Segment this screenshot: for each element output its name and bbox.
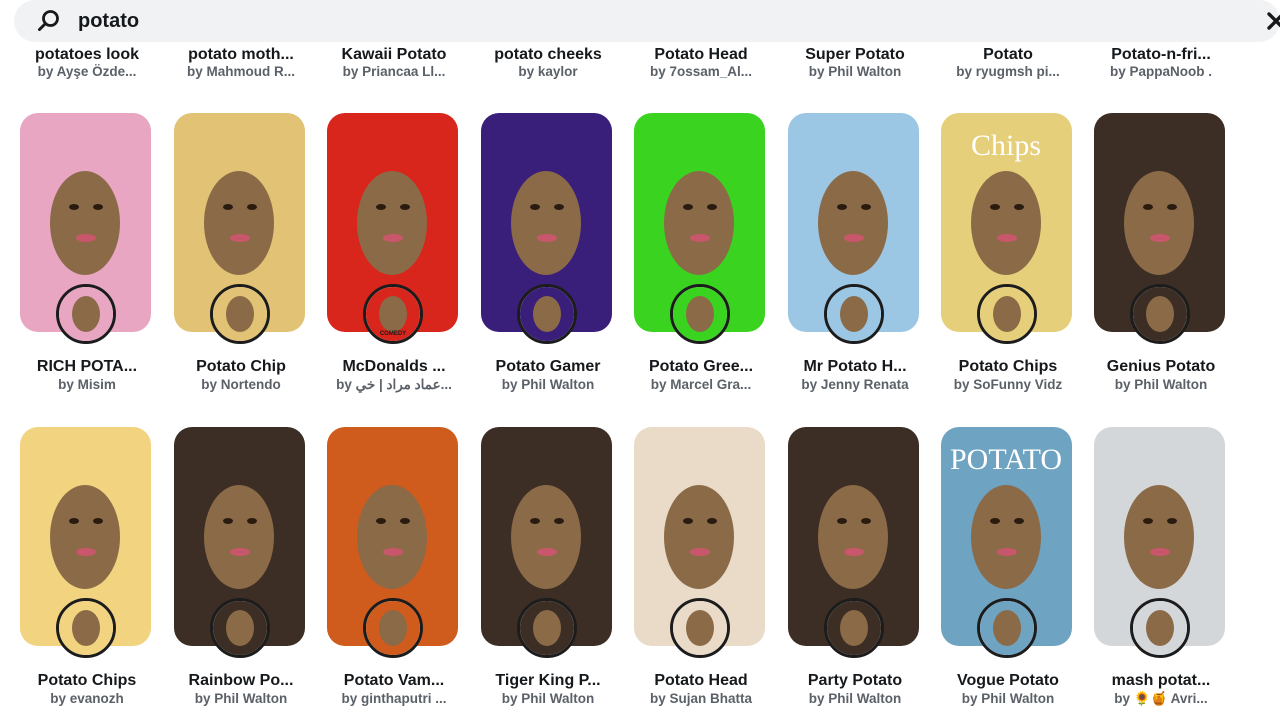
lens-author: by Mahmoud R... (187, 64, 295, 79)
lens-author: by Marcel Gra... (650, 377, 752, 392)
lens-card[interactable]: Chips Potato Chips by SoFunny Vidz (941, 113, 1075, 403)
lens-icon-badge (56, 598, 116, 658)
lens-icon-badge (670, 598, 730, 658)
lens-icon-badge (977, 284, 1037, 344)
lens-name: mash potat... (1111, 672, 1211, 689)
lens-author: by Phil Walton (808, 64, 902, 79)
lens-card[interactable]: Rainbow Po... by Phil Walton (174, 427, 308, 717)
lens-icon-badge (824, 598, 884, 658)
lens-name: Potato-n-fri... (1111, 46, 1211, 63)
lens-name: potato cheeks (494, 46, 602, 63)
lens-name: Potato (983, 46, 1033, 63)
lens-author: by عماد مراد | خي... (336, 377, 452, 392)
lens-icon-badge (1130, 284, 1190, 344)
lens-card[interactable]: Party Potato by Phil Walton (788, 427, 922, 717)
lens-name: Potato Chips (958, 358, 1058, 375)
lens-card[interactable]: Mr Potato H... by Jenny Renata (788, 113, 922, 403)
lens-card[interactable]: Potato Chips by evanozh (20, 427, 154, 717)
lens-icon-badge: COMEDY (363, 284, 423, 344)
lens-card[interactable]: Potato Vam... by ginthaputri ... (327, 427, 461, 717)
lens-name: Vogue Potato (957, 672, 1059, 689)
lens-author: by Phil Walton (501, 691, 595, 706)
lens-author: by Phil Walton (961, 691, 1055, 706)
svg-text:Chips: Chips (971, 129, 1041, 162)
lens-author: by Misim (58, 377, 116, 392)
lens-author: by Phil Walton (1114, 377, 1208, 392)
lens-name: Party Potato (807, 672, 903, 689)
lens-results-grid: potatoes look by Ayşe Özde... potato moth.… (0, 0, 1280, 717)
lens-icon-badge (1130, 598, 1190, 658)
close-icon[interactable] (1264, 9, 1280, 33)
lens-card[interactable]: Potato Gamer by Phil Walton (481, 113, 615, 403)
lens-name: potato moth... (188, 46, 294, 63)
lens-author: by 7ossam_Al... (649, 64, 753, 79)
lens-card[interactable]: mash potat... by 🌻🍯 Avri... (1094, 427, 1228, 717)
svg-text:COMEDY: COMEDY (380, 331, 406, 337)
lens-card[interactable]: Tiger King P... by Phil Walton (481, 427, 615, 717)
lens-card[interactable]: RICH POTA... by Misim (20, 113, 154, 403)
lens-name: Mr Potato H... (803, 358, 907, 375)
lens-card[interactable]: POTATO Vogue Potato by Phil Walton (941, 427, 1075, 717)
lens-icon-badge (517, 598, 577, 658)
lens-name: McDonalds ... (342, 358, 446, 375)
lens-icon-badge (977, 598, 1037, 658)
lens-author: by Priancaa Ll... (342, 64, 446, 79)
lens-icon-badge (56, 284, 116, 344)
lens-author: by Nortendo (201, 377, 281, 392)
lens-author: by PappaNoob . (1109, 64, 1212, 79)
lens-author: by ginthaputri ... (341, 691, 447, 706)
lens-name: potatoes look (34, 46, 139, 63)
lens-name: Potato Chips (37, 672, 137, 689)
lens-name: Potato Vam... (343, 672, 445, 689)
lens-author: by Sujan Bhatta (649, 691, 752, 706)
lens-name: Kawaii Potato (341, 46, 447, 63)
lens-icon-badge (824, 284, 884, 344)
lens-name: Genius Potato (1106, 358, 1216, 375)
search-bar (14, 0, 1280, 42)
svg-text:POTATO: POTATO (950, 443, 1062, 476)
search-input[interactable] (76, 5, 1228, 37)
lens-name: Super Potato (805, 46, 905, 63)
lens-author: by evanozh (50, 691, 124, 706)
lens-name: RICH POTA... (36, 358, 138, 375)
lens-author: by Phil Walton (194, 691, 288, 706)
lens-author: by ryugmsh pi... (956, 64, 1060, 79)
lens-author: by Jenny Renata (801, 377, 909, 392)
search-icon[interactable] (36, 8, 62, 34)
lens-author: by kaylor (518, 64, 578, 79)
lens-name: Potato Gree... (648, 358, 754, 375)
lens-icon-badge (210, 284, 270, 344)
lens-name: Rainbow Po... (188, 672, 294, 689)
lens-name: Potato Gamer (495, 358, 601, 375)
lens-name: Potato Chip (196, 358, 286, 375)
lens-icon-badge (517, 284, 577, 344)
lens-icon-badge (363, 598, 423, 658)
lens-author: by Phil Walton (808, 691, 902, 706)
lens-card[interactable]: COMEDY McDonalds ... by عماد مراد | خي... (327, 113, 461, 403)
lens-icon-badge (670, 284, 730, 344)
lens-name: Tiger King P... (495, 672, 601, 689)
lens-name: Potato Head (654, 46, 748, 63)
lens-card[interactable]: Potato Gree... by Marcel Gra... (634, 113, 768, 403)
lens-author: by 🌻🍯 Avri... (1114, 691, 1208, 706)
lens-author: by SoFunny Vidz (953, 377, 1063, 392)
lens-author: by Phil Walton (501, 377, 595, 392)
lens-name: Potato Head (654, 672, 748, 689)
lens-icon-badge (210, 598, 270, 658)
lens-card[interactable]: Potato Chip by Nortendo (174, 113, 308, 403)
lens-card[interactable]: Genius Potato by Phil Walton (1094, 113, 1228, 403)
lens-card[interactable]: Potato Head by Sujan Bhatta (634, 427, 768, 717)
lens-author: by Ayşe Özde... (37, 64, 137, 79)
